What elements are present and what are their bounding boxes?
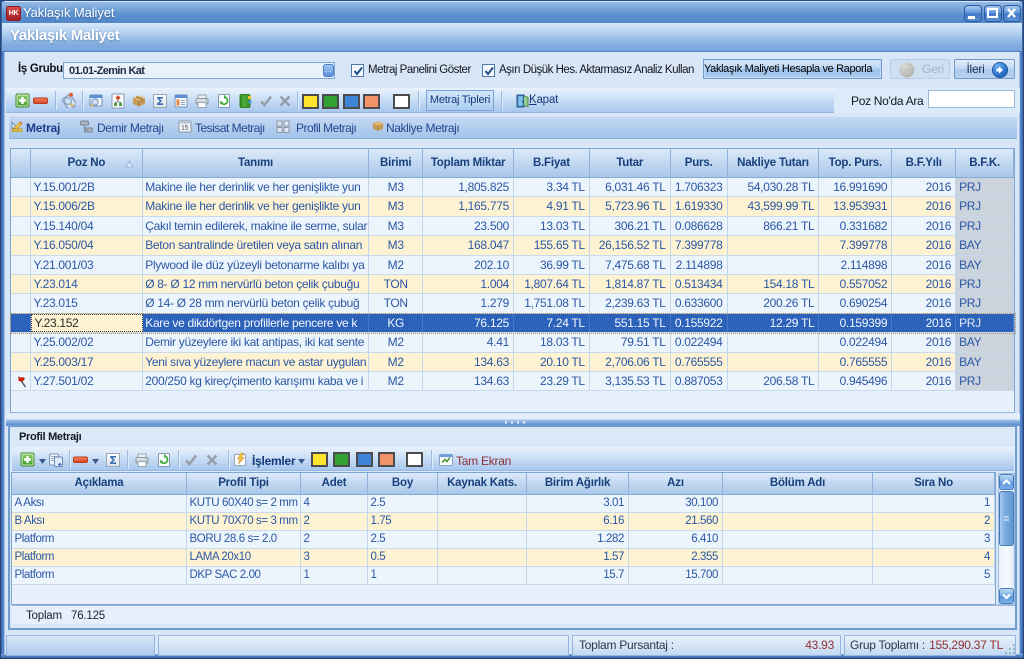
svg-text:15: 15 — [181, 125, 189, 132]
